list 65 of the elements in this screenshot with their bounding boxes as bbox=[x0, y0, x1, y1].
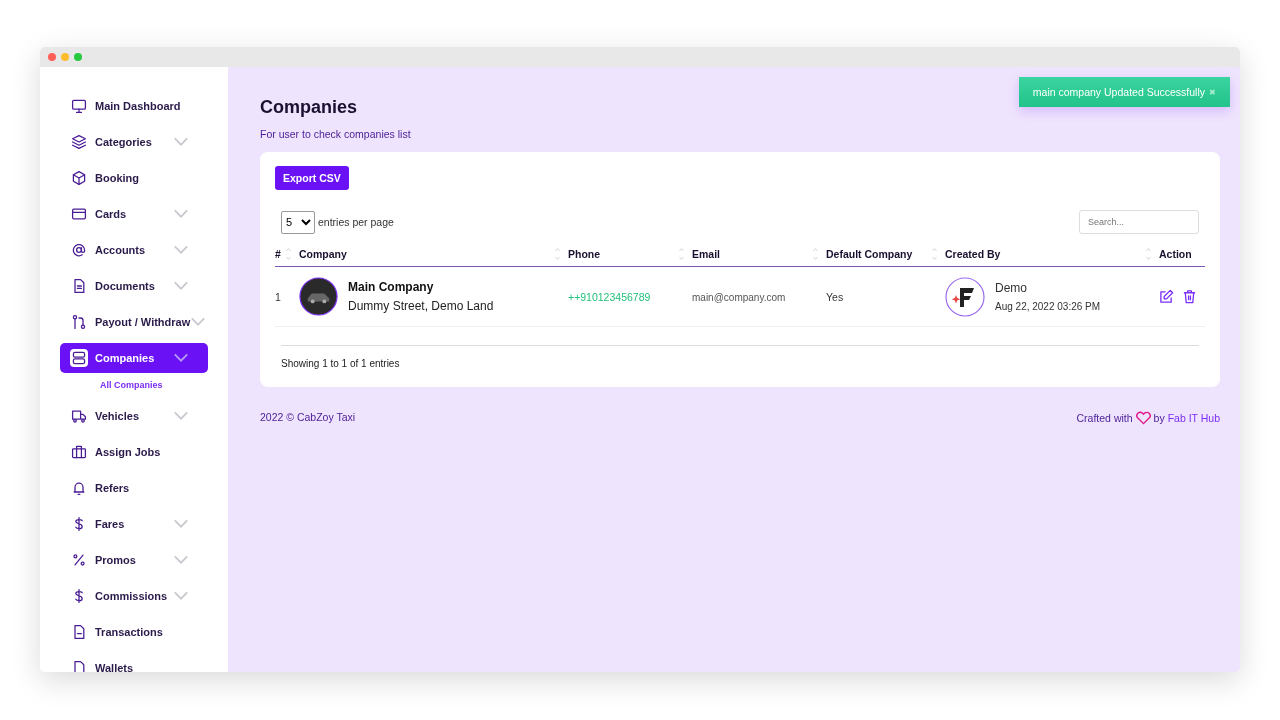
column-header[interactable]: Created By bbox=[945, 248, 1001, 260]
sidebar-item[interactable]: Vehicles bbox=[60, 401, 208, 431]
copyright-text: 2022 © CabZoy Taxi bbox=[260, 411, 356, 425]
company-logo bbox=[299, 277, 338, 316]
column-header[interactable]: Action bbox=[1159, 248, 1192, 260]
percent-icon bbox=[71, 552, 87, 568]
sidebar-item[interactable]: Accounts bbox=[60, 235, 208, 265]
server-icon bbox=[71, 350, 87, 366]
delete-icon[interactable] bbox=[1182, 289, 1197, 304]
heart-icon bbox=[1135, 411, 1151, 425]
created-date: Aug 22, 2022 03:26 PM bbox=[995, 301, 1101, 312]
submenu-item[interactable]: All Companies bbox=[60, 377, 208, 401]
truck-icon bbox=[71, 408, 87, 424]
document-icon bbox=[71, 660, 87, 672]
git-pull-icon bbox=[71, 314, 87, 330]
sidebar-item[interactable]: Companies bbox=[60, 343, 208, 373]
page-subtitle: For user to check companies list bbox=[260, 128, 411, 140]
sidebar-item[interactable]: Payout / Withdraw bbox=[60, 307, 208, 337]
sidebar-item[interactable]: Cards bbox=[60, 199, 208, 229]
author-link[interactable]: Fab IT Hub bbox=[1167, 412, 1220, 424]
document-icon bbox=[71, 278, 87, 294]
at-icon bbox=[71, 242, 87, 258]
table-info: Showing 1 to 1 of 1 entries bbox=[281, 345, 1199, 369]
avatar-logo bbox=[945, 276, 985, 317]
page-size-select[interactable]: 5 bbox=[281, 210, 315, 234]
column-header[interactable]: Email bbox=[692, 248, 720, 260]
minimize-window-button[interactable] bbox=[61, 53, 69, 61]
table-cell: main@company.com bbox=[692, 291, 786, 303]
crafted-text: Crafted with bbox=[1076, 412, 1133, 424]
sidebar-item[interactable]: Wallets bbox=[60, 653, 208, 672]
close-window-button[interactable] bbox=[48, 53, 56, 61]
export-button[interactable]: Export CSV bbox=[275, 166, 349, 190]
bell-icon bbox=[71, 480, 87, 496]
column-header[interactable]: Default Company bbox=[826, 248, 913, 260]
by-text: by bbox=[1153, 412, 1165, 424]
company-name: Main Company bbox=[348, 280, 435, 294]
company-address: Dummy Street, Demo Land bbox=[348, 299, 494, 313]
sidebar-item[interactable]: Fares bbox=[60, 509, 208, 539]
sidebar-item[interactable]: Booking bbox=[60, 163, 208, 193]
monitor-icon bbox=[71, 98, 87, 114]
sidebar-item[interactable]: Transactions bbox=[60, 617, 208, 647]
layers-icon bbox=[71, 134, 87, 150]
card-icon bbox=[71, 206, 87, 222]
sidebar-item[interactable]: Refers bbox=[60, 473, 208, 503]
sidebar-item[interactable]: Categories bbox=[60, 127, 208, 157]
sidebar-item[interactable]: Main Dashboard bbox=[60, 91, 208, 121]
table-cell: 1 bbox=[275, 290, 281, 303]
table-cell: Yes bbox=[826, 290, 844, 303]
page-title: Companies bbox=[260, 97, 359, 118]
sidebar-item[interactable]: Assign Jobs bbox=[60, 437, 208, 467]
column-header[interactable]: # bbox=[275, 248, 281, 260]
page-size-label: entries per page bbox=[318, 216, 394, 228]
edit-icon[interactable] bbox=[1159, 289, 1174, 304]
column-header[interactable]: Company bbox=[299, 248, 347, 260]
briefcase-icon bbox=[71, 444, 87, 460]
sidebar-item[interactable]: Documents bbox=[60, 271, 208, 301]
sidebar-item[interactable]: Commissions bbox=[60, 581, 208, 611]
maximize-window-button[interactable] bbox=[74, 53, 82, 61]
creator-name: Demo bbox=[995, 281, 1028, 295]
box-icon bbox=[71, 170, 87, 186]
toast-message: main company Updated Successfully bbox=[1032, 86, 1205, 98]
sidebar-item[interactable]: Promos bbox=[60, 545, 208, 575]
search-field[interactable]: Search... bbox=[1079, 210, 1199, 234]
document-icon bbox=[71, 624, 87, 640]
column-header[interactable]: Phone bbox=[568, 248, 601, 260]
